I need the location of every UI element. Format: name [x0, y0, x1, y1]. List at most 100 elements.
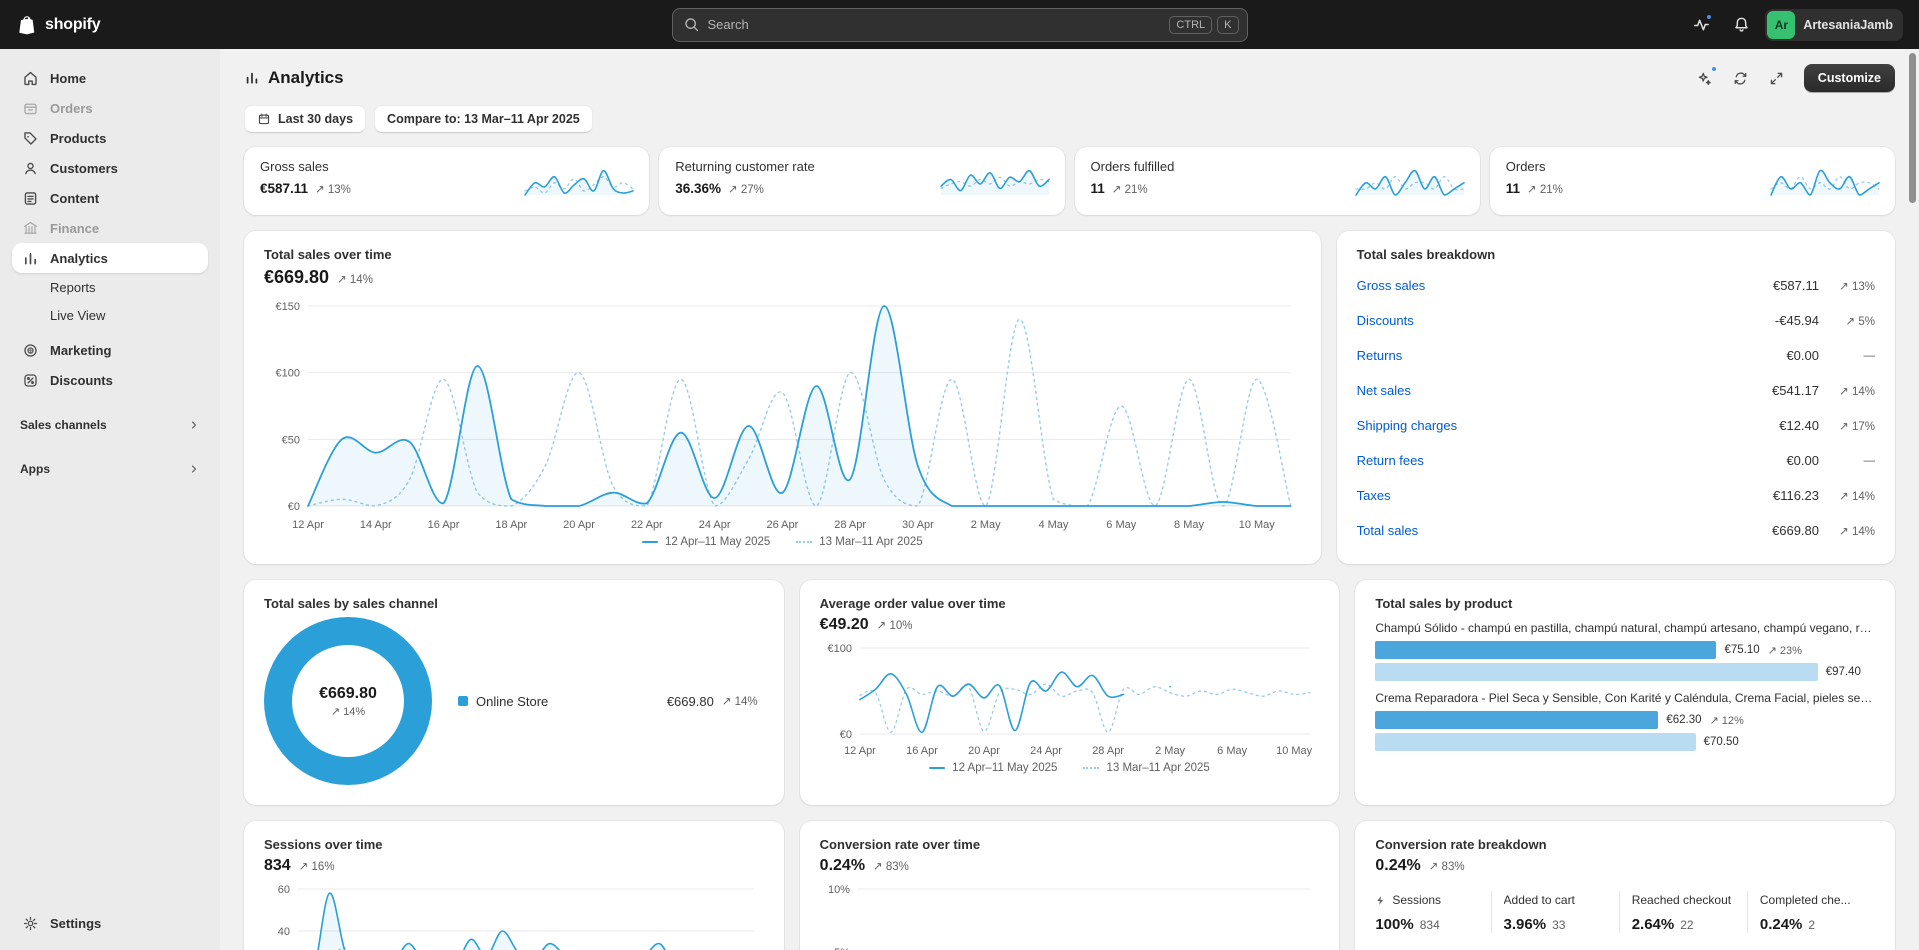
svg-text:2 May: 2 May [1155, 745, 1185, 757]
solid-line-swatch [929, 767, 946, 769]
sidebar-item-home[interactable]: Home [12, 63, 208, 93]
conversion-funnel-table: Sessions 100% 834 Added to cart 3.96% 33 [1375, 891, 1875, 933]
date-range-button[interactable]: Last 30 days [244, 105, 367, 133]
search-input[interactable]: Search CTRL K [671, 7, 1248, 42]
svg-text:6 May: 6 May [1217, 745, 1247, 757]
breakdown-link[interactable]: Returns [1357, 348, 1403, 363]
breakdown-row-total-sales: Total sales €669.80 ↗ 14% [1357, 513, 1875, 548]
product-group: Crema Reparadora - Piel Seca y Sensible,… [1375, 691, 1875, 751]
shortcut-k-badge: K [1217, 15, 1239, 34]
card-title: Total sales breakdown [1356, 247, 1496, 262]
legend-label: 12 Apr–11 May 2025 [665, 536, 771, 548]
channel-name: Online Store [476, 693, 549, 709]
sidebar-item-label: Customers [50, 160, 118, 176]
sidebar-item-orders[interactable]: Orders [12, 93, 208, 123]
breakdown-link[interactable]: Total sales [1357, 523, 1418, 538]
funnel-step-count: 2 [1808, 918, 1816, 932]
dotted-line-swatch [796, 541, 813, 543]
sidebar-item-customers[interactable]: Customers [12, 153, 208, 183]
bolt-icon [1375, 895, 1386, 906]
funnel-step-pct: 2.64% [1631, 916, 1675, 933]
svg-text:€150: €150 [276, 301, 300, 313]
store-name: ArtesaniaJamb [1803, 17, 1893, 32]
person-icon [20, 158, 40, 178]
svg-text:20 Apr: 20 Apr [563, 519, 595, 531]
sidebar-item-analytics[interactable]: Analytics [12, 243, 208, 273]
shopify-logo[interactable]: shopify [16, 14, 101, 36]
product-bar-previous [1375, 733, 1696, 751]
fullscreen-button[interactable] [1762, 63, 1792, 93]
sidebar-item-settings[interactable]: Settings [12, 908, 208, 938]
kpi-card-orders[interactable]: Orders 11 ↗ 21% [1489, 147, 1895, 215]
legend-previous-period: 13 Mar–11 Apr 2025 [1083, 762, 1210, 774]
kpi-card-returning-customer-rate[interactable]: Returning customer rate 36.36% ↗ 27% [659, 147, 1065, 215]
refresh-icon [1732, 70, 1749, 87]
funnel-step-reached-checkout: Reached checkout 2.64% 22 [1618, 891, 1747, 933]
customize-button[interactable]: Customize [1803, 64, 1895, 92]
svg-text:€0: €0 [288, 501, 300, 513]
sidebar-item-label: Settings [50, 915, 102, 931]
total-sales-by-channel-card: Total sales by sales channel €669.80 ↗ 1… [244, 580, 784, 805]
svg-text:40: 40 [278, 926, 290, 938]
breakdown-change: ↗ 5% [1845, 315, 1875, 328]
funnel-step-completed-checkout: Completed che... 0.24% 2 [1746, 891, 1875, 933]
card-title: Average order value over time [819, 596, 1006, 611]
sidebar-section-apps[interactable]: Apps [12, 455, 208, 483]
svg-text:6 May: 6 May [1106, 519, 1136, 531]
sidebar-item-finance[interactable]: Finance [12, 213, 208, 243]
vertical-scrollbar[interactable] [1909, 53, 1916, 203]
header-actions: Customize [1690, 63, 1895, 93]
sidebar-section-sales-channels[interactable]: Sales channels [12, 411, 208, 439]
funnel-step-label: Reached checkout [1631, 893, 1732, 907]
conversion-rate-breakdown-card: Conversion rate breakdown 0.24% ↗ 83% Se… [1355, 821, 1896, 950]
breakdown-list: Gross sales €587.11 ↗ 13% Discounts -€45… [1357, 268, 1875, 548]
sidebar-item-label: Products [50, 130, 107, 146]
sidebar-item-label: Live View [50, 307, 106, 323]
kpi-card-gross-sales[interactable]: Gross sales €587.11 ↗ 13% [244, 147, 650, 215]
sidebar-item-label: Orders [50, 100, 93, 116]
product-name: Crema Reparadora - Piel Seca y Sensible,… [1375, 691, 1875, 705]
sessions-over-time-card: Sessions over time 834 ↗ 16% 0204060 [244, 821, 784, 950]
insights-button[interactable] [1685, 9, 1717, 41]
bar-chart-icon [20, 248, 40, 268]
sidebar-item-reports[interactable]: Reports [12, 273, 208, 301]
store-menu[interactable]: Ar ArtesaniaJamb [1765, 8, 1903, 41]
notifications-button[interactable] [1725, 9, 1757, 41]
compare-button[interactable]: Compare to: 13 Mar–11 Apr 2025 [374, 105, 593, 133]
sidebar-item-content[interactable]: Content [12, 183, 208, 213]
breakdown-change: ↗ 14% [1839, 490, 1875, 503]
legend-label: 13 Mar–11 Apr 2025 [819, 536, 923, 548]
refresh-button[interactable] [1726, 63, 1756, 93]
conversion-breakdown-change: ↗ 83% [1428, 861, 1465, 873]
sidebar-item-products[interactable]: Products [12, 123, 208, 153]
breakdown-link[interactable]: Gross sales [1357, 278, 1426, 293]
sidebar-item-live-view[interactable]: Live View [12, 301, 208, 329]
total-sales-by-product-card: Total sales by product Champú Sólido - c… [1355, 580, 1896, 805]
card-title: Conversion rate breakdown [1375, 837, 1547, 852]
kpi-card-orders-fulfilled[interactable]: Orders fulfilled 11 ↗ 21% [1074, 147, 1480, 215]
card-title: Conversion rate over time [819, 837, 981, 852]
sidebar-item-discounts[interactable]: Discounts [12, 365, 208, 395]
conversion-change: ↗ 83% [873, 861, 909, 873]
funnel-step-pct: 3.96% [1503, 916, 1547, 933]
sidebar-item-marketing[interactable]: Marketing [12, 335, 208, 365]
breakdown-link[interactable]: Shipping charges [1357, 418, 1457, 433]
bar-value: €97.40 [1825, 666, 1861, 678]
bar-row-current: €75.10 ↗ 23% [1375, 641, 1875, 659]
breakdown-value: €12.40 [1779, 418, 1819, 433]
kpi-change: ↗ 27% [728, 184, 764, 196]
assistant-button[interactable] [1690, 63, 1720, 93]
card-title: Total sales by product [1375, 596, 1513, 611]
breakdown-link[interactable]: Discounts [1357, 313, 1414, 328]
funnel-step-count: 33 [1552, 918, 1566, 932]
svg-text:10%: 10% [828, 884, 850, 896]
search-placeholder: Search [707, 17, 749, 32]
breakdown-link[interactable]: Taxes [1357, 488, 1391, 503]
svg-text:€0: €0 [839, 729, 851, 741]
aov-line-chart: €0 €100 12 Apr 16 Apr 20 Apr 24 Apr 28 Apr 2 Ma… [827, 643, 1312, 757]
breakdown-link[interactable]: Return fees [1357, 453, 1424, 468]
sessions-value: 834 [264, 857, 291, 874]
breakdown-link[interactable]: Net sales [1357, 383, 1411, 398]
breakdown-row-shipping-charges: Shipping charges €12.40 ↗ 17% [1357, 408, 1875, 443]
donut-center: €669.80 ↗ 14% [264, 617, 432, 785]
